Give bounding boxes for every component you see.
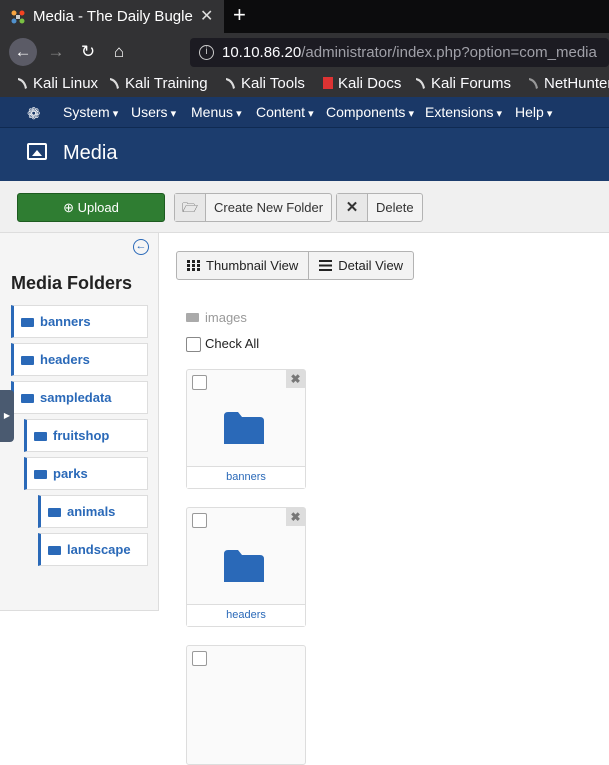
browser-tab[interactable]: Media - The Daily Bugle ✕: [0, 0, 224, 33]
new-tab-button[interactable]: +: [233, 2, 246, 28]
check-all-checkbox[interactable]: [186, 337, 201, 352]
folder-icon: [48, 508, 61, 517]
thumbnail-view-button[interactable]: Thumbnail View: [177, 252, 308, 279]
plus-circle-icon: ⊕: [63, 200, 75, 215]
item-name[interactable]: headers: [187, 604, 305, 626]
folder-animals[interactable]: animals: [38, 495, 148, 528]
browser-tab-bar: Media - The Daily Bugle ✕ +: [0, 0, 609, 33]
folder-icon: [186, 313, 199, 322]
kali-dragon-icon: [416, 78, 425, 89]
upload-button[interactable]: ⊕ Upload: [17, 193, 165, 222]
delete-item-icon[interactable]: ✖: [286, 370, 305, 388]
media-image-icon: [27, 143, 47, 160]
kali-dragon-icon: [18, 78, 27, 89]
joomla-logo-icon[interactable]: ❁: [27, 104, 40, 124]
folder-icon: [48, 546, 61, 555]
sidebar-drag-handle[interactable]: ▶: [0, 390, 14, 442]
media-item-headers[interactable]: ✖ headers: [186, 507, 306, 627]
tab-close-icon[interactable]: ✕: [200, 6, 213, 26]
folder-icon: [21, 318, 34, 327]
sidebar-title: Media Folders: [11, 273, 133, 293]
url-bar[interactable]: i 10.10.86.20/administrator/index.php?op…: [190, 38, 609, 67]
bookmarks-bar: Kali Linux Kali Training Kali Tools Kali…: [0, 71, 609, 97]
admin-menu-bar: ❁ System Users Menus Content Components …: [0, 97, 609, 128]
media-item-partial[interactable]: [186, 645, 306, 765]
site-info-icon[interactable]: i: [199, 45, 214, 60]
page-header: Media: [0, 128, 609, 181]
home-icon[interactable]: ⌂: [105, 38, 133, 66]
create-folder-button[interactable]: 🗁 Create New Folder: [174, 193, 333, 222]
view-toggle-group: Thumbnail View Detail View: [176, 251, 415, 280]
forward-arrow-icon[interactable]: →: [42, 38, 70, 66]
bookmark-kali-docs[interactable]: Kali Docs: [322, 75, 401, 92]
list-icon: [319, 260, 333, 271]
detail-view-button[interactable]: Detail View: [308, 252, 413, 279]
menu-help[interactable]: Help: [515, 104, 552, 120]
menu-users[interactable]: Users: [131, 104, 176, 120]
kali-dragon-icon: [110, 78, 119, 89]
grid-icon: [187, 260, 200, 271]
bookmark-kali-forums[interactable]: Kali Forums: [415, 75, 511, 92]
folder-icon: [21, 356, 34, 365]
tab-title: Media - The Daily Bugle: [33, 8, 193, 25]
menu-menus[interactable]: Menus: [191, 104, 242, 120]
item-checkbox[interactable]: [192, 651, 207, 666]
folder-headers[interactable]: headers: [11, 343, 148, 376]
bookmark-kali-tools[interactable]: Kali Tools: [225, 75, 305, 92]
close-x-icon: ✕: [337, 194, 368, 221]
check-all[interactable]: Check All: [186, 336, 259, 352]
delete-item-icon[interactable]: ✖: [286, 508, 305, 526]
bookmark-nethunter[interactable]: NetHunter: [528, 75, 609, 92]
url-path: /administrator/index.php?option=com_medi…: [301, 44, 597, 61]
page-title: Media: [63, 142, 118, 164]
url-host: 10.10.86.20: [222, 44, 302, 61]
folder-icon: [34, 432, 47, 441]
folder-icon: [224, 550, 264, 582]
folder-fruitshop[interactable]: fruitshop: [24, 419, 148, 452]
folder-icon: [21, 394, 34, 403]
item-name[interactable]: banners: [187, 466, 305, 488]
delete-button[interactable]: ✕ Delete: [336, 193, 423, 222]
back-arrow-icon[interactable]: ←: [9, 38, 37, 66]
collapse-sidebar-icon[interactable]: ←: [133, 239, 149, 255]
media-folders-sidebar: ← Media Folders banners headers sampleda…: [0, 233, 159, 611]
folder-open-icon: 🗁: [175, 194, 206, 221]
kali-dragon-icon: [226, 78, 235, 89]
nethunter-icon: [529, 78, 538, 89]
media-content-area: Thumbnail View Detail View images Check A…: [159, 233, 609, 765]
menu-content[interactable]: Content: [256, 104, 314, 120]
folder-sampledata[interactable]: sampledata: [11, 381, 148, 414]
folder-parks[interactable]: parks: [24, 457, 148, 490]
menu-extensions[interactable]: Extensions: [425, 104, 502, 120]
joomla-favicon-icon: [11, 10, 25, 24]
folder-banners[interactable]: banners: [11, 305, 148, 338]
folder-landscape[interactable]: landscape: [38, 533, 148, 566]
toolbar: ⊕ Upload 🗁 Create New Folder ✕ Delete: [0, 181, 609, 233]
menu-system[interactable]: System: [63, 104, 118, 120]
bookmark-kali-linux[interactable]: Kali Linux: [17, 75, 98, 92]
kali-docs-icon: [323, 77, 333, 89]
menu-components[interactable]: Components: [326, 104, 414, 120]
item-checkbox[interactable]: [192, 375, 207, 390]
item-checkbox[interactable]: [192, 513, 207, 528]
media-item-banners[interactable]: ✖ banners: [186, 369, 306, 489]
reload-icon[interactable]: ↻: [74, 38, 102, 66]
breadcrumb[interactable]: images: [186, 310, 247, 325]
folder-icon: [34, 470, 47, 479]
folder-icon: [224, 412, 264, 444]
bookmark-kali-training[interactable]: Kali Training: [109, 75, 208, 92]
browser-nav-bar: ← → ↻ ⌂ i 10.10.86.20/administrator/inde…: [0, 33, 609, 71]
